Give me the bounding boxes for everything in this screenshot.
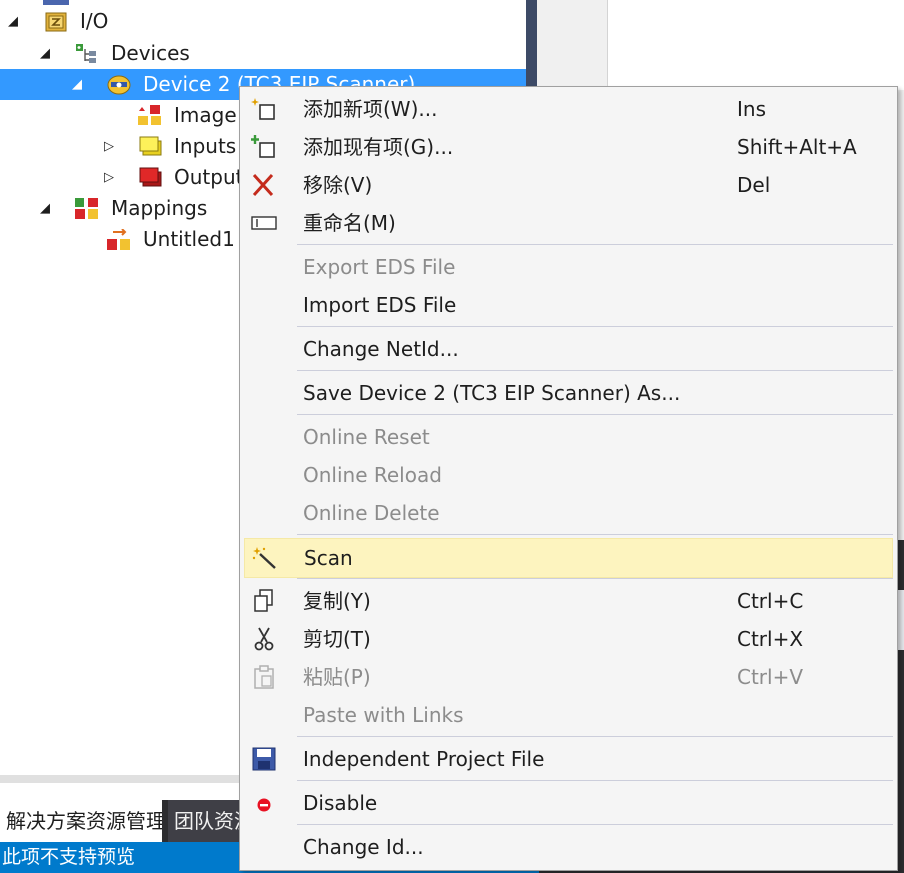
menu-item-label: 复制(Y) (303, 589, 371, 613)
menu-separator (297, 534, 893, 535)
menu-item-save-device-as[interactable]: Save Device 2 (TC3 EIP Scanner) As... (240, 374, 897, 412)
menu-item-online-reload[interactable]: Online Reload (240, 456, 897, 494)
inputs-icon (139, 136, 162, 158)
menu-separator (297, 824, 893, 825)
menu-item-label: Save Device 2 (TC3 EIP Scanner) As... (303, 381, 681, 405)
menu-separator (297, 780, 893, 781)
menu-item-label: Online Reset (303, 425, 430, 449)
outputs-icon (139, 167, 162, 189)
menu-item-paste-with-links[interactable]: Paste with Links (240, 696, 897, 734)
menu-item-shortcut: Shift+Alt+A (737, 135, 857, 159)
add-new-item-icon (250, 97, 278, 121)
menu-item-shortcut: Ins (737, 97, 766, 121)
menu-item-label: 添加现有项(G)... (303, 135, 454, 159)
io-folder-icon (45, 11, 67, 33)
devices-tree-icon (76, 43, 98, 65)
menu-separator (297, 414, 893, 415)
menu-item-label: Online Delete (303, 501, 440, 525)
tree-item-io[interactable]: ◢ I/O (0, 6, 526, 37)
menu-item-shortcut: Del (737, 173, 771, 197)
menu-item-label: Independent Project File (303, 747, 545, 771)
menu-item-label: 移除(V) (303, 173, 373, 197)
menu-item-label: Paste with Links (303, 703, 464, 727)
menu-item-shortcut: Ctrl+C (737, 589, 804, 613)
menu-separator (297, 244, 893, 245)
menu-item-scan[interactable]: Scan (244, 538, 893, 578)
menu-item-change-id[interactable]: Change Id... (240, 828, 897, 866)
tab-solution-explorer[interactable]: 解决方案资源管理器 (0, 800, 162, 842)
expanded-arrow-icon[interactable]: ◢ (38, 38, 52, 69)
menu-item-online-delete[interactable]: Online Delete (240, 494, 897, 532)
menu-item-shortcut: Ctrl+X (737, 627, 804, 651)
context-menu: 添加新项(W)... Ins 添加现有项(G)... Shift+Alt+A 移… (239, 86, 898, 871)
tree-item-label: I/O (80, 9, 109, 33)
add-existing-item-icon (250, 135, 278, 159)
menu-item-disable[interactable]: Disable (240, 784, 897, 822)
menu-item-cut[interactable]: 剪切(T) Ctrl+X (240, 620, 897, 658)
tree-partial-row-icon (43, 0, 69, 5)
tree-item-label: Devices (111, 41, 190, 65)
menu-item-label: Change Id... (303, 835, 424, 859)
collapsed-arrow-icon[interactable]: ▷ (102, 131, 116, 162)
menu-separator (297, 370, 893, 371)
rename-icon (250, 211, 278, 235)
tree-item-devices[interactable]: ◢ Devices (0, 38, 526, 69)
menu-separator (297, 326, 893, 327)
expanded-arrow-icon[interactable]: ◢ (6, 6, 20, 37)
menu-item-label: Change NetId... (303, 337, 459, 361)
menu-separator (297, 578, 893, 579)
menu-item-add-existing[interactable]: 添加现有项(G)... Shift+Alt+A (240, 128, 897, 166)
menu-item-change-netid[interactable]: Change NetId... (240, 330, 897, 368)
tree-item-label: Untitled1 (143, 227, 235, 251)
menu-item-label: 粘贴(P) (303, 665, 371, 689)
menu-item-label: Disable (303, 791, 378, 815)
menu-item-label: 剪切(T) (303, 627, 371, 651)
editor-document (623, 0, 904, 90)
paste-icon (250, 665, 278, 689)
expanded-arrow-icon[interactable]: ◢ (70, 69, 84, 100)
menu-item-export-eds[interactable]: Export EDS File (240, 248, 897, 286)
menu-item-label: Online Reload (303, 463, 442, 487)
menu-item-label: 添加新项(W)... (303, 97, 438, 121)
copy-icon (250, 589, 278, 613)
menu-item-import-eds[interactable]: Import EDS File (240, 286, 897, 324)
tree-item-label: Inputs (174, 134, 237, 158)
menu-item-shortcut: Ctrl+V (737, 665, 804, 689)
menu-item-rename[interactable]: 重命名(M) (240, 204, 897, 242)
collapsed-arrow-icon[interactable]: ▷ (102, 162, 116, 193)
menu-item-paste[interactable]: 粘贴(P) Ctrl+V (240, 658, 897, 696)
menu-item-label: 重命名(M) (303, 211, 396, 235)
tree-item-label: Image (174, 103, 237, 127)
cut-icon (250, 627, 278, 651)
tree-item-label: Mappings (111, 196, 208, 220)
scan-wand-icon (251, 546, 279, 570)
mappings-icon (75, 198, 98, 220)
disable-icon (250, 791, 278, 815)
image-icon (138, 105, 161, 127)
menu-item-label: Import EDS File (303, 293, 457, 317)
menu-item-independent-project-file[interactable]: Independent Project File (240, 740, 897, 778)
save-disk-icon (250, 747, 278, 771)
remove-icon (250, 173, 278, 197)
menu-item-remove[interactable]: 移除(V) Del (240, 166, 897, 204)
menu-item-online-reset[interactable]: Online Reset (240, 418, 897, 456)
eip-scanner-device-icon (107, 74, 131, 96)
menu-separator (297, 736, 893, 737)
editor-gutter (607, 0, 624, 90)
status-text: 此项不支持预览 (2, 846, 136, 868)
menu-item-copy[interactable]: 复制(Y) Ctrl+C (240, 582, 897, 620)
menu-item-label: Scan (304, 546, 353, 570)
expanded-arrow-icon[interactable]: ◢ (38, 193, 52, 224)
menu-item-add-new[interactable]: 添加新项(W)... Ins (240, 90, 897, 128)
mapping-entry-icon (107, 228, 130, 251)
menu-item-label: Export EDS File (303, 255, 456, 279)
